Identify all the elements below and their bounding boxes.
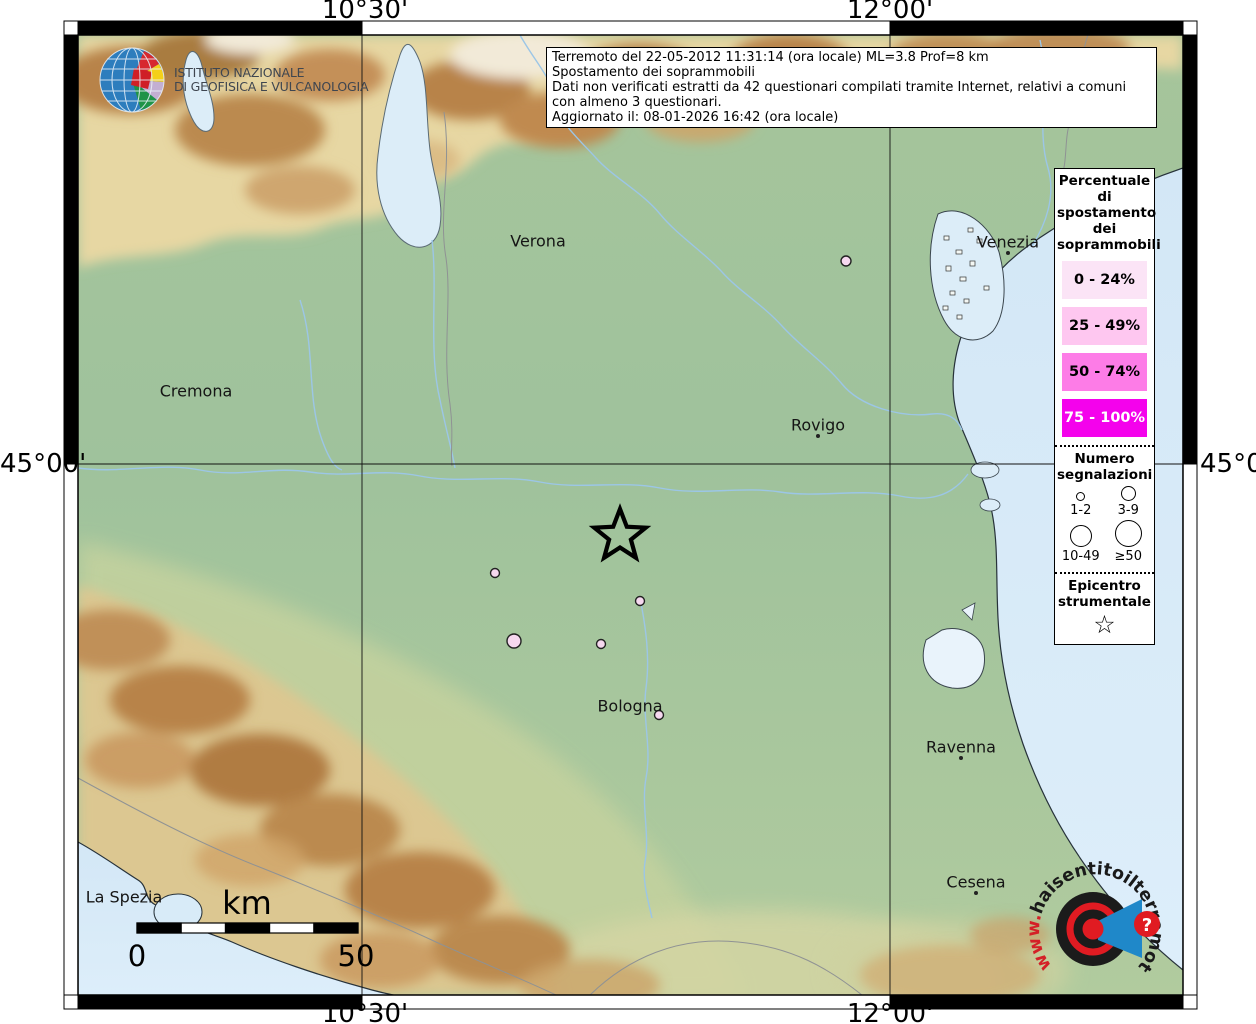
count-circle-50plus xyxy=(1114,520,1142,547)
legend-title-line: soprammobili xyxy=(1057,237,1161,253)
city-label-cremona: Cremona xyxy=(159,381,233,401)
legend-swatch-25-49: 25 - 49% xyxy=(1062,307,1147,345)
map-terrain: www.haisentitoilterremoto.it ? xyxy=(78,35,1183,995)
count-label: 10-49 xyxy=(1061,549,1100,564)
count-circle-1-2 xyxy=(1076,492,1086,501)
event-info-box: Terremoto del 22-05-2012 11:31:14 (ora l… xyxy=(546,47,1157,128)
legend-title-line: di xyxy=(1097,189,1112,205)
count-label: 1-2 xyxy=(1070,503,1092,518)
report-point xyxy=(840,255,852,267)
map-subject: Spostamento dei soprammobili xyxy=(552,65,756,80)
axis-label-lon-10-30-top: 10°30' xyxy=(321,0,409,25)
legend-title-line: Percentuale xyxy=(1058,173,1151,189)
city-label-ravenna: Ravenna xyxy=(926,737,996,757)
city-label-venezia: Venezia xyxy=(976,232,1040,252)
legend-epicenter-title-line: Epicentro xyxy=(1068,578,1141,594)
logo-bullseye-center xyxy=(1082,918,1104,940)
count-label: 3-9 xyxy=(1117,503,1139,518)
axis-label-lon-10-30-bottom: 10°30' xyxy=(321,999,409,1024)
axis-label-lon-12-00-top: 12°00' xyxy=(846,0,934,25)
legend-epicenter-title-line: strumentale xyxy=(1058,594,1151,610)
city-label-rovigo: Rovigo xyxy=(790,415,846,435)
question-mark: ? xyxy=(1142,915,1152,936)
ingv-name-line1: ISTITUTO NAZIONALE xyxy=(174,65,305,80)
data-disclaimer: Dati non verificati estratti da 42 quest… xyxy=(552,80,1127,110)
ingv-logo: ISTITUTO NAZIONALE DI GEOFISICA E VULCAN… xyxy=(98,46,369,114)
report-point xyxy=(634,595,646,607)
comacchio-lagoon xyxy=(922,628,985,689)
scalebar-unit-label: km xyxy=(222,884,272,922)
city-label-cesena: Cesena xyxy=(946,872,1006,892)
scalebar-start-label: 0 xyxy=(127,939,147,973)
earthquake-map-page: www.haisentitoilterremoto.it ? Verona Ven… xyxy=(0,0,1256,1024)
legend-separator xyxy=(1055,572,1154,574)
count-circle-10-49 xyxy=(1069,525,1092,547)
count-circle-3-9 xyxy=(1120,486,1136,501)
city-marker-dot xyxy=(1006,251,1010,255)
event-summary: Terremoto del 22-05-2012 11:31:14 (ora l… xyxy=(552,50,989,65)
legend-swatch-75-100: 75 - 100% xyxy=(1062,399,1147,437)
report-point xyxy=(489,567,501,579)
legend-count-title-line: Numero xyxy=(1074,451,1135,467)
axis-label-lat-45-left: 45°00' xyxy=(0,449,87,479)
report-point xyxy=(595,638,607,650)
po-delta-lagoon xyxy=(979,498,1001,512)
legend-panel: Percentuale di spostamento dei soprammob… xyxy=(1054,168,1161,645)
legend-title-line: dei xyxy=(1092,221,1117,237)
count-label: ≥50 xyxy=(1114,549,1142,564)
legend-separator xyxy=(1055,445,1154,447)
ingv-globe-icon xyxy=(99,47,165,113)
ingv-name-line2: DI GEOFISICA E VULCANOLOGIA xyxy=(174,79,369,94)
legend-title-line: spostamento xyxy=(1057,205,1157,221)
legend-swatch-0-24: 0 - 24% xyxy=(1062,261,1147,299)
report-point xyxy=(506,633,522,649)
legend-swatch-50-74: 50 - 74% xyxy=(1062,353,1147,391)
last-updated: Aggiornato il: 08-01-2026 16:42 (ora loc… xyxy=(552,110,839,125)
legend-count-title-line: segnalazioni xyxy=(1057,467,1153,483)
city-label-verona: Verona xyxy=(510,231,566,251)
axis-label-lat-45-right: 45°00' xyxy=(1200,449,1256,479)
legend-star-icon: ☆ xyxy=(1093,610,1116,639)
city-marker-dot xyxy=(959,756,963,760)
axis-label-lon-12-00-bottom: 12°00' xyxy=(846,999,934,1024)
city-marker-dot xyxy=(816,434,820,438)
scalebar-graphic xyxy=(136,922,359,934)
scalebar-end-label: 50 xyxy=(337,939,375,973)
city-label-la-spezia: La Spezia xyxy=(85,887,163,907)
city-label-bologna: Bologna xyxy=(597,696,663,716)
city-marker-dot xyxy=(974,891,978,895)
